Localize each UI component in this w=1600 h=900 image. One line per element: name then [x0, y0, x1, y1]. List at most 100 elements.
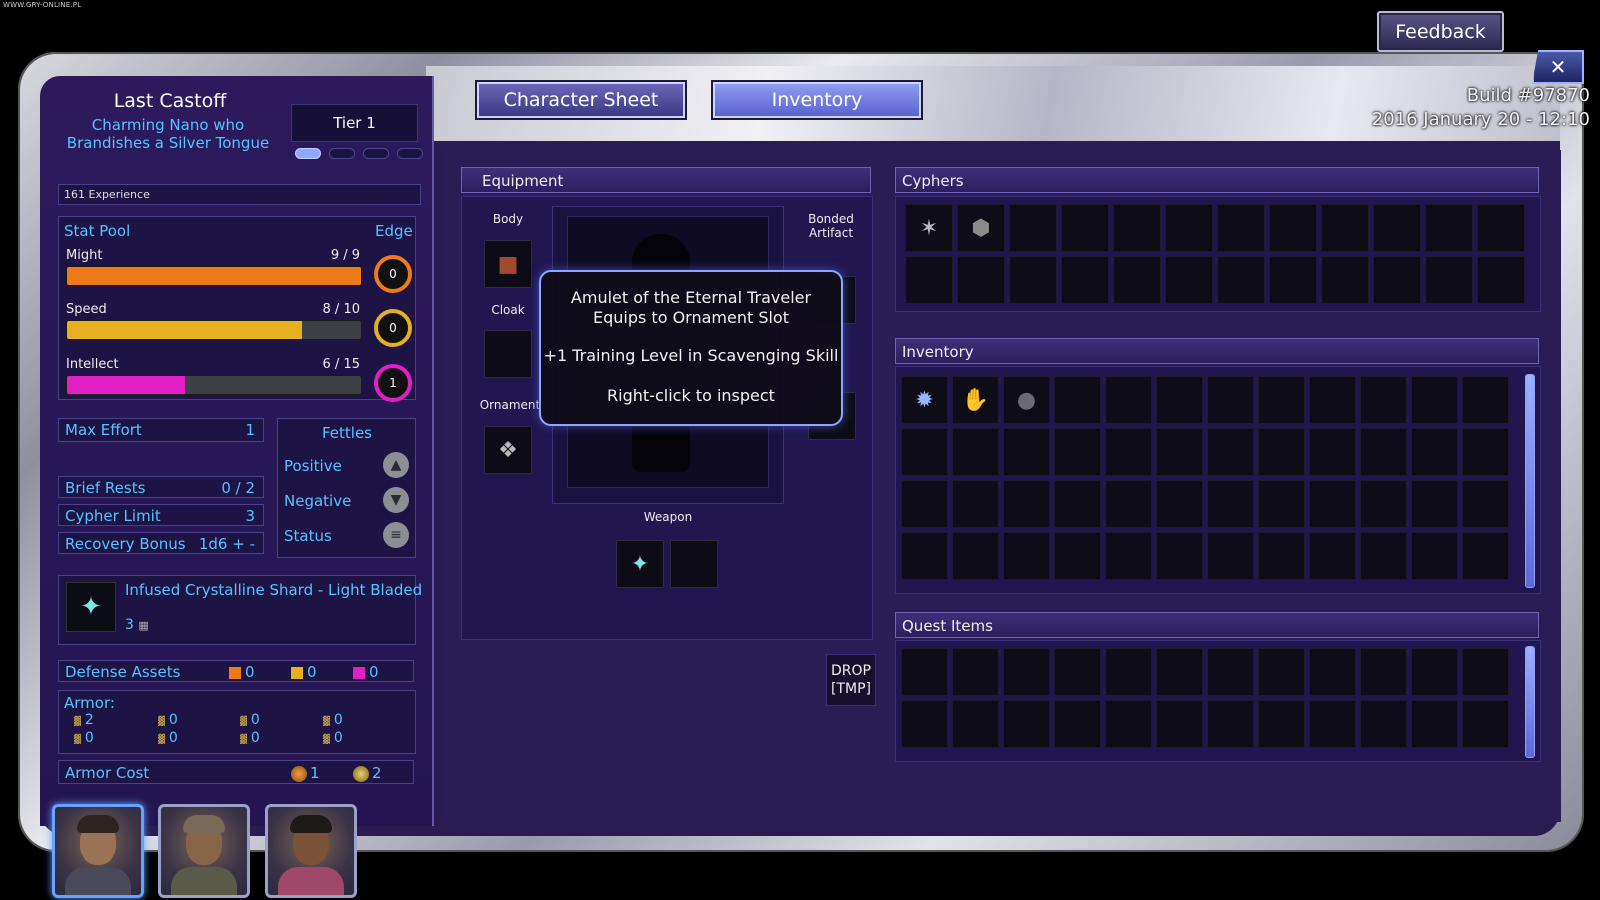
quest-item-slot[interactable]: [1309, 648, 1356, 696]
inventory-slot[interactable]: [1054, 532, 1101, 580]
inventory-slot[interactable]: [1105, 428, 1152, 476]
inventory-slot[interactable]: [1105, 480, 1152, 528]
quest-item-slot[interactable]: [1207, 648, 1254, 696]
cypher-orb-cluster-icon[interactable]: ⬢: [957, 204, 1005, 252]
inventory-slot[interactable]: [1462, 428, 1509, 476]
equals-icon[interactable]: ≡: [383, 522, 409, 548]
inventory-slot[interactable]: [1462, 532, 1509, 580]
inventory-slot[interactable]: [901, 480, 948, 528]
crystal-shard-icon[interactable]: ✦: [616, 540, 664, 588]
inventory-slot[interactable]: [1258, 532, 1305, 580]
inventory-slot[interactable]: [1054, 428, 1101, 476]
quest-item-slot[interactable]: [1003, 648, 1050, 696]
gauntlet-icon[interactable]: ✋: [952, 376, 999, 424]
inventory-slot[interactable]: [1105, 376, 1152, 424]
down-chevron-icon[interactable]: ▼: [383, 487, 409, 513]
quest-scrollbar[interactable]: [1525, 646, 1535, 758]
inventory-slot[interactable]: [1207, 428, 1254, 476]
inventory-slot[interactable]: [1411, 480, 1458, 528]
cypher-slot[interactable]: [1477, 256, 1525, 304]
cypher-slot[interactable]: [1009, 204, 1057, 252]
inventory-slot[interactable]: [901, 428, 948, 476]
quest-item-slot[interactable]: [1258, 700, 1305, 748]
drop-button[interactable]: DROP [TMP]: [826, 654, 876, 706]
star-burst-icon[interactable]: ✹: [901, 376, 948, 424]
quest-item-slot[interactable]: [901, 700, 948, 748]
cypher-slot[interactable]: [1321, 204, 1369, 252]
inventory-slot[interactable]: [1258, 376, 1305, 424]
quest-scrollbar-thumb[interactable]: [1526, 647, 1534, 757]
quest-item-slot[interactable]: [901, 648, 948, 696]
inventory-slot[interactable]: [952, 428, 999, 476]
cypher-slot[interactable]: [1165, 204, 1213, 252]
inventory-slot[interactable]: [1309, 532, 1356, 580]
offhand-slot[interactable]: [670, 540, 718, 588]
cypher-slot[interactable]: [1009, 256, 1057, 304]
tab-character-sheet[interactable]: Character Sheet: [477, 82, 685, 118]
inventory-slot[interactable]: [952, 480, 999, 528]
cypher-slot[interactable]: [1269, 204, 1317, 252]
inventory-slot[interactable]: [901, 532, 948, 580]
cypher-slot[interactable]: [1373, 204, 1421, 252]
inventory-slot[interactable]: [1411, 376, 1458, 424]
inventory-slot[interactable]: [1360, 376, 1407, 424]
cypher-slot[interactable]: [1061, 204, 1109, 252]
quest-item-slot[interactable]: [1360, 700, 1407, 748]
quest-item-slot[interactable]: [952, 700, 999, 748]
quest-item-slot[interactable]: [1411, 648, 1458, 696]
close-button[interactable]: ✕: [1532, 50, 1584, 84]
crystal-shard-icon[interactable]: ✦: [66, 582, 116, 632]
cypher-slot[interactable]: [1321, 256, 1369, 304]
cypher-gear-icon[interactable]: ✶: [905, 204, 953, 252]
cypher-slot[interactable]: [1477, 204, 1525, 252]
inventory-slot[interactable]: [1258, 480, 1305, 528]
party-portrait[interactable]: [158, 804, 250, 898]
cloak-slot[interactable]: [484, 330, 532, 378]
quest-item-slot[interactable]: [1105, 648, 1152, 696]
quest-item-slot[interactable]: [952, 648, 999, 696]
quest-item-slot[interactable]: [1156, 700, 1203, 748]
inventory-scrollbar-thumb[interactable]: [1526, 375, 1534, 587]
cypher-slot[interactable]: [1217, 204, 1265, 252]
inventory-slot[interactable]: [952, 532, 999, 580]
inventory-slot[interactable]: [1003, 532, 1050, 580]
inventory-slot[interactable]: [1156, 532, 1203, 580]
inventory-slot[interactable]: [1003, 480, 1050, 528]
cypher-slot[interactable]: [1373, 256, 1421, 304]
party-portrait[interactable]: [52, 804, 144, 898]
quest-item-slot[interactable]: [1462, 648, 1509, 696]
inventory-slot[interactable]: [1054, 376, 1101, 424]
tab-inventory[interactable]: Inventory: [713, 82, 921, 118]
inventory-slot[interactable]: [1309, 480, 1356, 528]
inventory-slot[interactable]: [1360, 428, 1407, 476]
inventory-slot[interactable]: [1207, 532, 1254, 580]
inventory-scrollbar[interactable]: [1525, 374, 1535, 588]
quest-item-slot[interactable]: [1360, 648, 1407, 696]
cypher-slot[interactable]: [957, 256, 1005, 304]
cypher-slot[interactable]: [1425, 256, 1473, 304]
inventory-slot[interactable]: [1105, 532, 1152, 580]
inventory-slot[interactable]: [1258, 428, 1305, 476]
cypher-slot[interactable]: [1061, 256, 1109, 304]
might-edge[interactable]: 0: [374, 255, 412, 293]
inventory-slot[interactable]: [1207, 376, 1254, 424]
quest-item-slot[interactable]: [1207, 700, 1254, 748]
inventory-slot[interactable]: [1360, 532, 1407, 580]
up-chevron-icon[interactable]: ▲: [383, 452, 409, 478]
inventory-slot[interactable]: [1156, 480, 1203, 528]
inventory-slot[interactable]: [1156, 428, 1203, 476]
inventory-slot[interactable]: [1156, 376, 1203, 424]
quest-item-slot[interactable]: [1105, 700, 1152, 748]
inventory-slot[interactable]: [1360, 480, 1407, 528]
cypher-slot[interactable]: [905, 256, 953, 304]
inventory-slot[interactable]: [1309, 428, 1356, 476]
quest-item-slot[interactable]: [1411, 700, 1458, 748]
cypher-slot[interactable]: [1269, 256, 1317, 304]
cypher-slot[interactable]: [1113, 256, 1161, 304]
inventory-slot[interactable]: [1462, 480, 1509, 528]
quest-item-slot[interactable]: [1003, 700, 1050, 748]
quest-item-slot[interactable]: [1054, 700, 1101, 748]
inventory-slot[interactable]: [1462, 376, 1509, 424]
inventory-slot[interactable]: [1054, 480, 1101, 528]
inventory-slot[interactable]: [1309, 376, 1356, 424]
